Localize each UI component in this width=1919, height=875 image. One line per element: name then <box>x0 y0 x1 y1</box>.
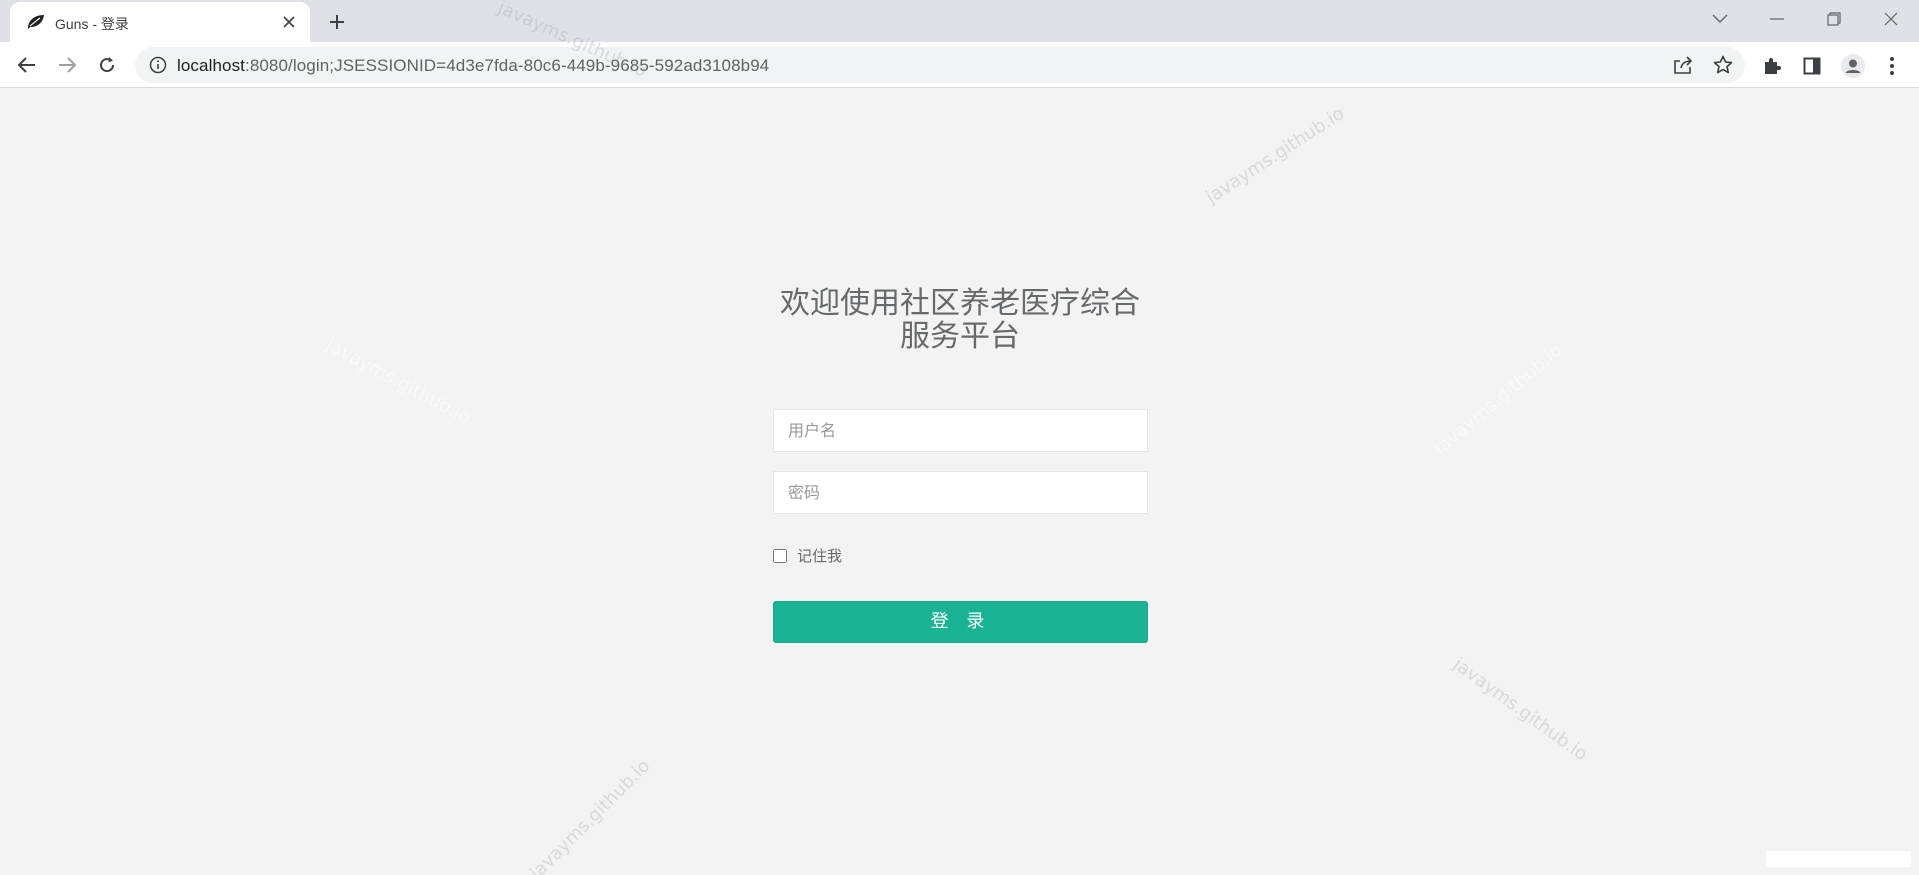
remember-me-label: 记住我 <box>797 547 843 565</box>
username-input[interactable] <box>773 409 1148 452</box>
info-icon[interactable] <box>149 56 167 74</box>
minimize-icon[interactable] <box>1757 5 1797 33</box>
watermark: javayms.github.io <box>1449 653 1592 766</box>
url-host: localhost <box>177 56 245 75</box>
remember-me[interactable]: 记住我 <box>773 545 842 566</box>
tab-title: Guns - 登录 <box>55 16 129 32</box>
login-title: 欢迎使用社区养老医疗综合 服务平台 <box>760 287 1160 353</box>
new-tab-icon[interactable] <box>324 9 350 35</box>
share-icon[interactable] <box>1671 54 1695 76</box>
url-text[interactable]: localhost:8080/login;JSESSIONID=4d3e7fda… <box>177 56 769 76</box>
side-panel-icon[interactable] <box>1799 53 1825 79</box>
login-title-line-2: 服务平台 <box>900 319 1020 354</box>
close-tab-icon[interactable] <box>278 11 300 33</box>
url-path: :8080/login;JSESSIONID=4d3e7fda-80c6-449… <box>245 56 770 75</box>
browser-tab-strip: Guns - 登录 <box>0 0 1919 42</box>
browser-tab[interactable]: Guns - 登录 <box>10 2 310 42</box>
back-arrow-icon[interactable] <box>11 49 43 81</box>
corner-overlay <box>1766 851 1911 867</box>
close-window-icon[interactable] <box>1871 5 1911 33</box>
tab-search-icon[interactable] <box>1700 5 1740 33</box>
watermark: javayms.github.io <box>1430 339 1567 460</box>
reload-icon[interactable] <box>91 49 123 81</box>
login-title-line-1: 欢迎使用社区养老医疗综合 <box>780 286 1140 321</box>
restore-icon[interactable] <box>1814 5 1854 33</box>
forward-arrow-icon[interactable] <box>51 49 83 81</box>
bookmark-star-icon[interactable] <box>1711 54 1735 76</box>
extensions-puzzle-icon[interactable] <box>1759 53 1785 79</box>
watermark: javayms.github.io <box>1202 102 1349 209</box>
password-input[interactable] <box>773 471 1148 514</box>
leaf-icon <box>26 13 46 31</box>
login-page: javayms.github.io javayms.github.io java… <box>0 0 1919 875</box>
watermark: javayms.github.io <box>322 334 475 429</box>
kebab-menu-icon[interactable] <box>1879 53 1905 79</box>
login-button[interactable]: 登 录 <box>773 601 1148 643</box>
address-bar[interactable]: localhost:8080/login;JSESSIONID=4d3e7fda… <box>135 47 1745 83</box>
browser-toolbar: localhost:8080/login;JSESSIONID=4d3e7fda… <box>0 42 1919 88</box>
remember-me-checkbox[interactable] <box>773 548 787 563</box>
watermark: javayms.github.io <box>526 755 655 875</box>
profile-avatar-icon[interactable] <box>1840 53 1866 79</box>
